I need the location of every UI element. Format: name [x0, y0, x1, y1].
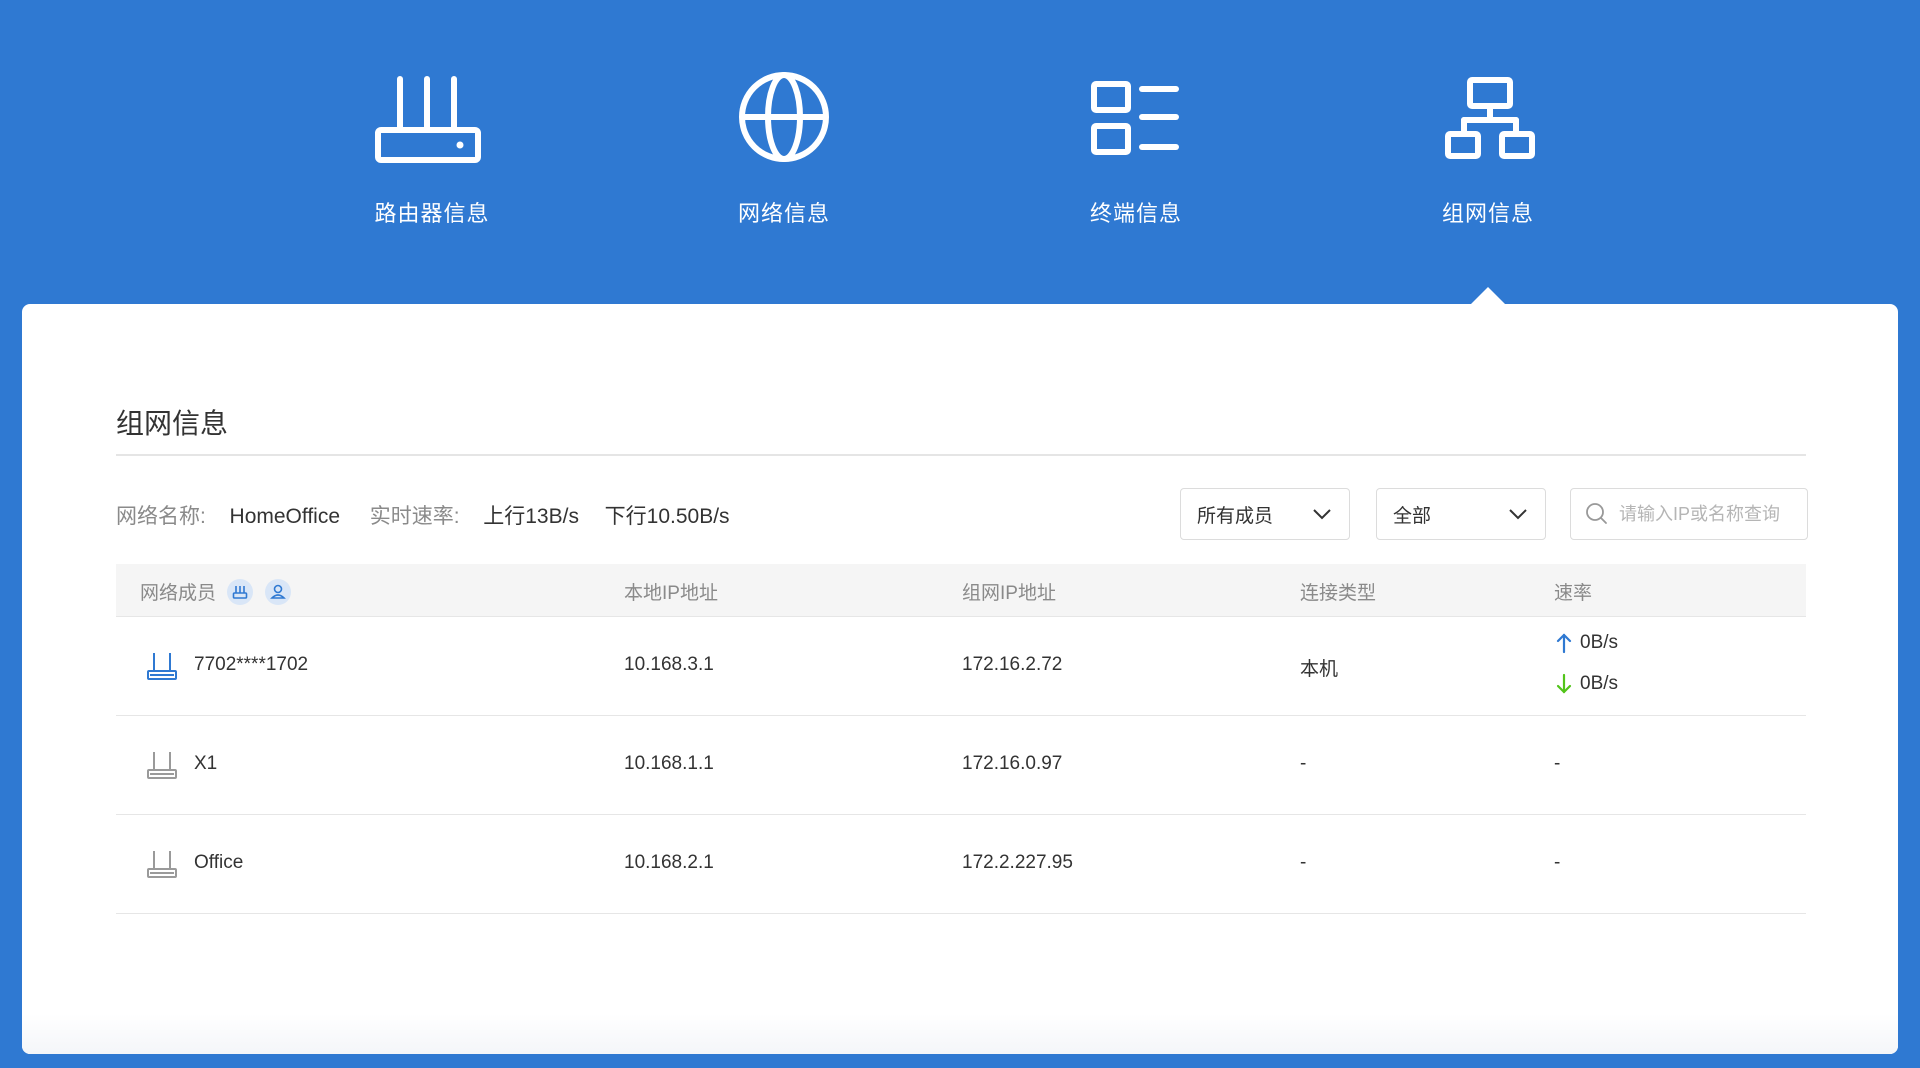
table-header: 网络成员 本地IP地址 组网IP地址 连接类型 速率	[116, 564, 1806, 617]
mesh-ip: 172.2.227.95	[962, 852, 1073, 873]
table-row[interactable]: Office 10.168.2.1 172.2.227.95 - -	[116, 815, 1806, 914]
table-row[interactable]: X1 10.168.1.1 172.16.0.97 - -	[116, 716, 1806, 815]
network-name-value: HomeOffice	[229, 505, 341, 528]
download-speed: 下行10.50B/s	[604, 505, 730, 528]
nav-router-info-label: 路由器信息	[374, 201, 490, 226]
members-table: 网络成员 本地IP地址 组网IP地址 连接类型 速率 7702****1702 …	[116, 564, 1806, 914]
header-local-ip: 本地IP地址	[624, 583, 718, 604]
nav-mesh-info[interactable]: 组网信息	[1378, 62, 1598, 242]
router-icon	[147, 653, 177, 680]
user-filter-chip[interactable]	[264, 578, 291, 605]
mesh-ip: 172.16.0.97	[962, 753, 1063, 774]
member-name: X1	[194, 753, 218, 774]
section-divider	[116, 454, 1806, 456]
header-connection-type: 连接类型	[1300, 583, 1377, 604]
content-card: 组网信息 网络名称: HomeOffice 实时速率: 上行13B/s 下行10…	[22, 304, 1898, 1054]
upload-rate-value: 0B/s	[1580, 632, 1619, 653]
header-member: 网络成员	[140, 578, 291, 607]
search-icon	[1586, 503, 1607, 524]
router-icon	[147, 851, 177, 878]
table-row[interactable]: 7702****1702 10.168.3.1 172.16.2.72 本机 0…	[116, 617, 1806, 716]
local-ip: 10.168.3.1	[624, 654, 714, 675]
nav-terminal-info[interactable]: 终端信息	[1026, 62, 1246, 242]
local-ip: 10.168.1.1	[624, 753, 714, 774]
member-filter-select[interactable]: 所有成员	[1180, 488, 1350, 540]
connection-type: 本机	[1300, 659, 1339, 680]
rate: -	[1554, 753, 1561, 774]
device-list-icon	[1091, 81, 1179, 155]
download-rate: 0B/s	[1554, 673, 1618, 695]
mesh-ip: 172.16.2.72	[962, 654, 1063, 675]
header-member-label: 网络成员	[140, 583, 217, 604]
network-name-label: 网络名称:	[116, 505, 206, 528]
router-icon	[232, 585, 248, 599]
section-title: 组网信息	[116, 408, 229, 439]
local-ip: 10.168.2.1	[624, 852, 714, 873]
search-input[interactable]	[1617, 502, 1801, 526]
globe-icon	[739, 72, 829, 162]
type-filter-value: 全部	[1393, 505, 1432, 527]
type-filter-select[interactable]: 全部	[1376, 488, 1546, 540]
upload-speed: 上行13B/s	[483, 505, 579, 528]
upload-rate: 0B/s	[1554, 632, 1618, 654]
nav-terminal-info-label: 终端信息	[1089, 201, 1182, 226]
header-rate: 速率	[1554, 583, 1593, 604]
router-filter-chip[interactable]	[227, 578, 254, 605]
router-icon	[147, 752, 177, 779]
download-rate-value: 0B/s	[1580, 673, 1619, 694]
header-mesh-ip: 组网IP地址	[962, 583, 1056, 604]
rate: -	[1554, 852, 1561, 873]
nav-router-info[interactable]: 路由器信息	[322, 62, 542, 242]
arrow-up-icon	[1556, 633, 1572, 654]
realtime-speed-label: 实时速率:	[369, 505, 460, 528]
member-name: Office	[194, 852, 244, 873]
chevron-down-icon	[1313, 509, 1331, 520]
connection-type: -	[1300, 753, 1307, 774]
chevron-down-icon	[1509, 509, 1527, 520]
arrow-down-icon	[1556, 673, 1572, 694]
nav-mesh-info-label: 组网信息	[1441, 201, 1534, 226]
user-icon	[269, 584, 286, 599]
member-name: 7702****1702	[194, 654, 309, 675]
network-topology-icon	[1445, 77, 1535, 159]
router-icon	[375, 76, 481, 163]
nav-network-info-label: 网络信息	[737, 201, 830, 226]
search-box[interactable]	[1570, 488, 1808, 540]
connection-type: -	[1300, 852, 1307, 873]
top-navigation: 路由器信息 网络信息 终端信息 组网信息	[0, 0, 1920, 304]
card-bottom-shade	[22, 1014, 1898, 1054]
member-filter-value: 所有成员	[1197, 505, 1274, 527]
active-tab-indicator	[1471, 287, 1505, 304]
nav-network-info[interactable]: 网络信息	[674, 62, 894, 242]
network-summary: 网络名称: HomeOffice 实时速率: 上行13B/s 下行10.50B/…	[116, 500, 730, 530]
